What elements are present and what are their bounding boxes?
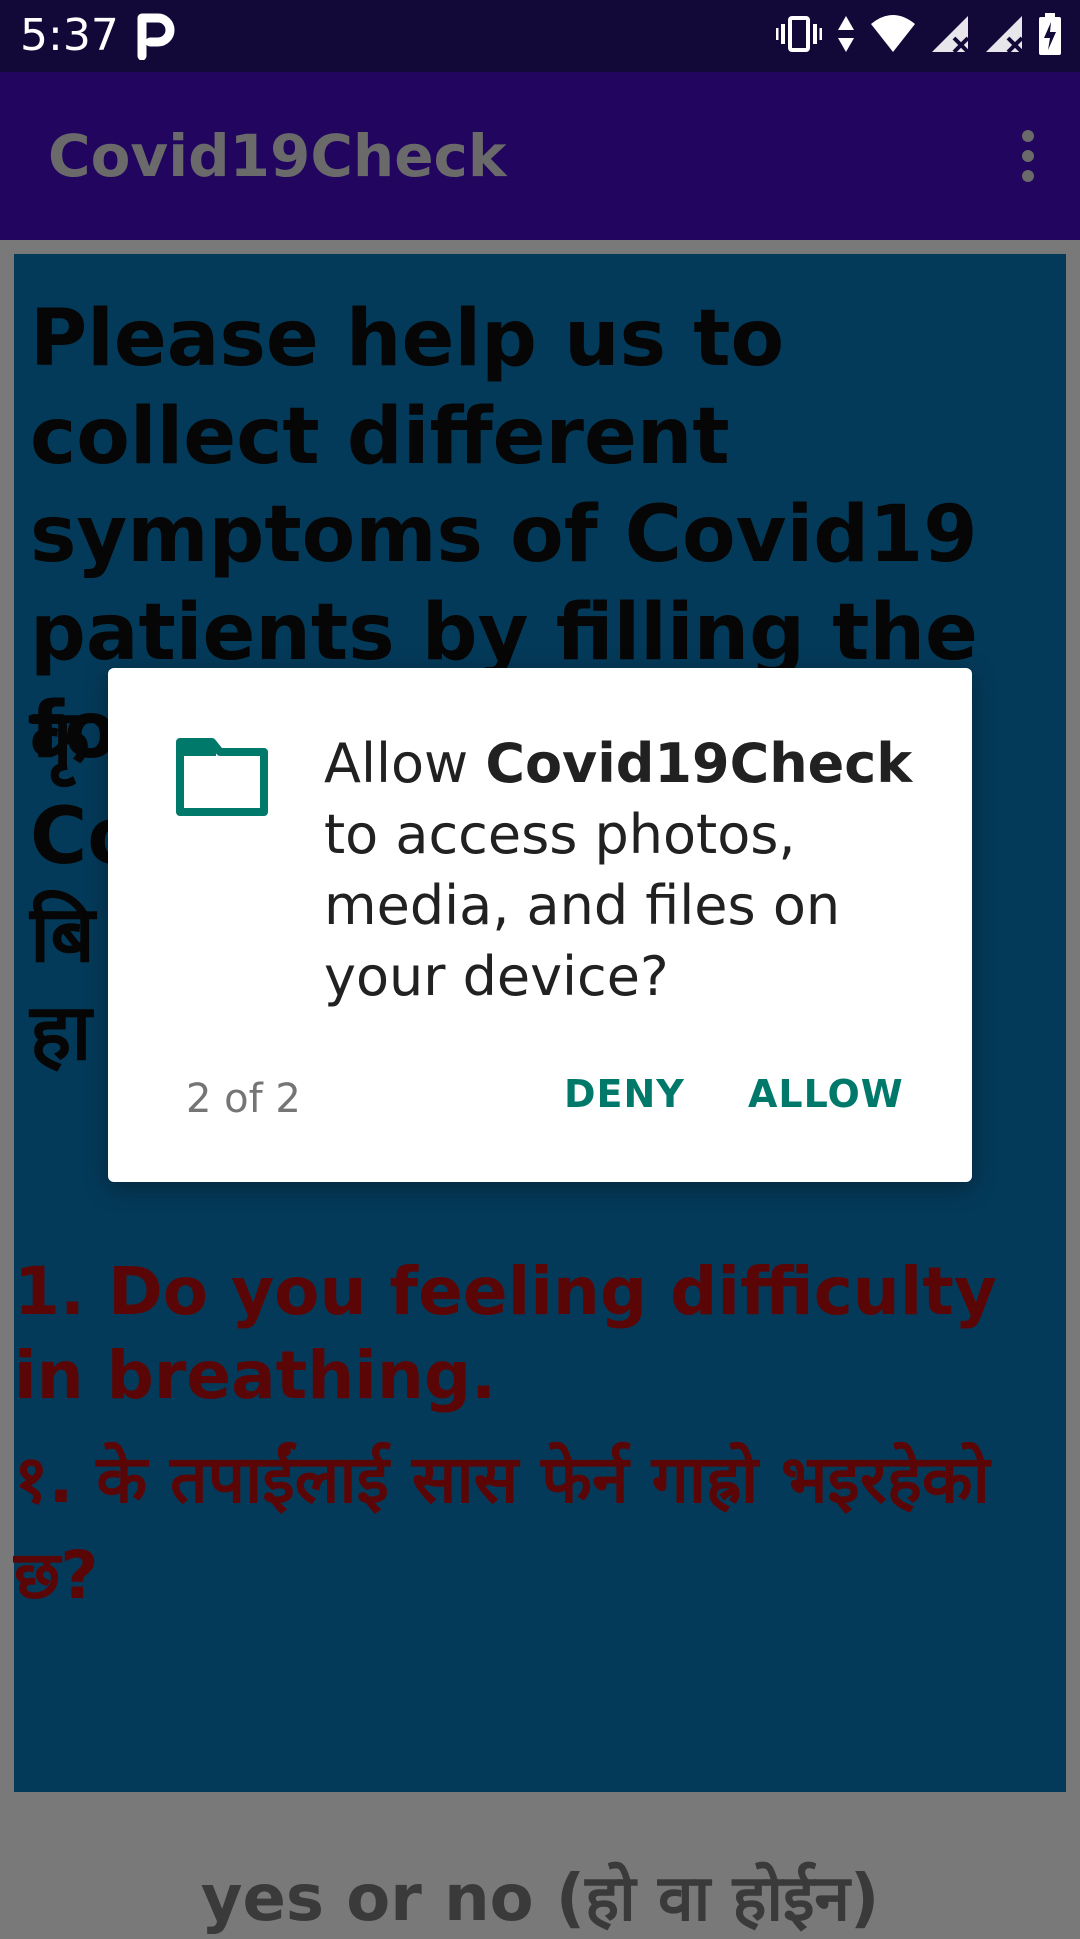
permission-counter: 2 of 2 bbox=[186, 1076, 301, 1122]
folder-icon bbox=[176, 738, 268, 816]
system-icons bbox=[776, 12, 1062, 56]
answer-hint: yes or no (हो वा होईन) bbox=[200, 1862, 880, 1936]
signal-no-service-icon bbox=[932, 16, 970, 54]
app-title: Covid19Check bbox=[48, 122, 507, 190]
signal-no-service-icon bbox=[986, 16, 1024, 54]
data-arrows-icon bbox=[838, 16, 854, 52]
battery-charging-icon bbox=[1039, 13, 1061, 55]
parking-p-icon bbox=[137, 13, 175, 60]
deny-button[interactable]: DENY bbox=[564, 1072, 685, 1116]
question-np: १. के तपाईंलाई सास फेर्न गाह्रो भइरहेको … bbox=[14, 1441, 990, 1614]
more-vert-icon[interactable] bbox=[1008, 128, 1048, 184]
wifi-icon bbox=[871, 15, 915, 52]
message-suffix: to access photos, media, and files on yo… bbox=[324, 803, 841, 1008]
question-en: 1. Do you feeling difficulty in breathin… bbox=[14, 1253, 997, 1414]
app-name: Covid19Check bbox=[485, 732, 913, 795]
permission-dialog: Allow Covid19Check to access photos, med… bbox=[108, 668, 972, 1182]
vibrate-icon bbox=[776, 16, 822, 52]
message-prefix: Allow bbox=[324, 732, 486, 795]
status-bar: 5:37 bbox=[0, 0, 1080, 72]
app-bar: Covid19Check bbox=[0, 72, 1080, 240]
permission-message: Allow Covid19Check to access photos, med… bbox=[324, 728, 924, 1012]
status-time: 5:37 bbox=[20, 10, 119, 61]
allow-button[interactable]: ALLOW bbox=[748, 1072, 904, 1116]
